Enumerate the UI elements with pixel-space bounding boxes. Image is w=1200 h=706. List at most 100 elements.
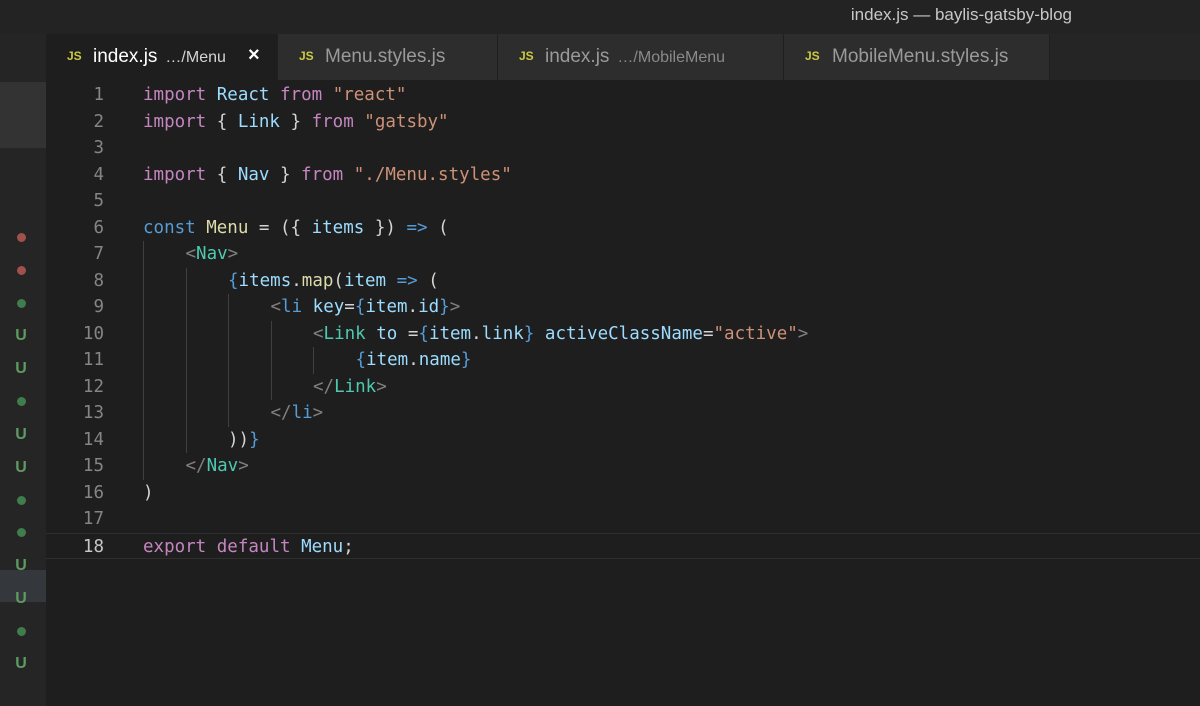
code-line[interactable]: 10 <Link to ={item.link} activeClassName=… <box>46 320 1200 347</box>
modified-dot-icon <box>0 261 42 281</box>
untracked-badge: U <box>15 327 27 345</box>
indent-guide <box>270 320 272 347</box>
code-line[interactable]: 12 </Link> <box>46 373 1200 400</box>
js-file-icon: JS <box>519 49 534 63</box>
untracked-badge: U <box>15 589 27 607</box>
code-token: . <box>471 323 482 344</box>
code-line[interactable]: 13 </li> <box>46 400 1200 427</box>
code-token: li <box>291 403 313 423</box>
code-token: items <box>311 217 365 238</box>
code-token: > <box>227 244 239 264</box>
modified-dot-icon <box>0 294 42 314</box>
tab-menu-styles-js[interactable]: JS Menu.styles.js <box>278 34 498 80</box>
code-token: . <box>408 350 419 370</box>
code-token: < <box>185 244 197 264</box>
indent-guide <box>185 267 187 294</box>
code-token: id <box>418 297 440 317</box>
code-token: > <box>238 456 249 476</box>
code-token: import <box>143 164 207 185</box>
code-token: = <box>397 323 419 344</box>
indent-guide <box>228 400 229 427</box>
code-line[interactable]: 2 import { Link } from "gatsby" <box>46 109 1200 136</box>
code-token: ; <box>343 536 354 557</box>
code-token: item <box>428 323 472 344</box>
code-text: ) <box>143 480 154 507</box>
line-number: 17 <box>82 509 104 529</box>
code-line[interactable]: 1 import React from "react" <box>46 82 1200 109</box>
indent-guide <box>270 373 272 400</box>
code-line[interactable]: 18 export default Menu; <box>46 532 1200 559</box>
code-line[interactable]: 5 <box>46 188 1200 215</box>
gutter-highlight <box>0 82 46 148</box>
tab-index-js-menu[interactable]: JS index.js …/Menu × <box>46 34 278 80</box>
code-token: < <box>313 323 324 344</box>
code-token: => <box>396 270 418 291</box>
code-token: map <box>301 270 334 291</box>
indent-guide <box>143 320 144 347</box>
indent-guide <box>228 373 229 400</box>
code-line[interactable]: 16) <box>46 480 1200 507</box>
js-file-icon: JS <box>67 49 82 63</box>
tab-label: index.js <box>93 46 158 67</box>
code-editor[interactable]: 1 import React from "react" 2 import { Link… <box>46 80 1200 706</box>
indent-guide <box>143 453 144 480</box>
line-number: 2 <box>93 111 104 132</box>
modified-dot-icon <box>0 622 42 642</box>
code-token: } <box>269 164 302 185</box>
tab-index-js-mobilemenu[interactable]: JS index.js …/MobileMenu <box>498 34 784 80</box>
code-text: <li key={item.id}> <box>271 294 461 321</box>
code-line[interactable]: 3 <box>46 135 1200 162</box>
line-number: 7 <box>93 244 104 264</box>
code-line[interactable]: 7 <Nav> <box>46 241 1200 268</box>
code-line[interactable]: 15 </Nav> <box>46 453 1200 480</box>
code-token: li <box>281 297 303 317</box>
code-token: "active" <box>713 323 798 344</box>
line-number: 15 <box>82 456 104 476</box>
code-token: export <box>143 536 207 557</box>
code-text: </li> <box>271 400 324 427</box>
code-token: = ({ <box>248 217 312 238</box>
code-token: > <box>312 403 324 423</box>
code-line[interactable]: 11 {item.name} <box>46 347 1200 374</box>
code-line[interactable]: 6 const Menu = ({ items }) => ( <box>46 215 1200 242</box>
code-token: Nav <box>237 164 270 185</box>
line-number: 1 <box>93 85 104 105</box>
code-token: > <box>797 323 809 344</box>
code-line[interactable]: 17 <box>46 506 1200 533</box>
code-line[interactable]: 14))} <box>46 426 1200 453</box>
code-token: Nav <box>196 244 228 264</box>
code-token: { <box>418 323 429 344</box>
code-token: => <box>406 217 428 238</box>
close-icon[interactable]: × <box>248 44 260 67</box>
line-number: 11 <box>82 350 104 370</box>
modified-dot-icon <box>0 392 42 412</box>
tab-mobilemenu-styles-js[interactable]: JS MobileMenu.styles.js <box>784 34 1050 80</box>
code-token: } <box>439 297 450 317</box>
untracked-badge: U <box>15 425 27 443</box>
code-line[interactable]: 4 import { Nav } from "./Menu.styles" <box>46 162 1200 189</box>
code-token: } <box>460 350 472 370</box>
code-text: import { Link } from "gatsby" <box>143 109 449 136</box>
indent-guide <box>185 426 187 453</box>
line-number: 4 <box>93 164 104 185</box>
line-number: 5 <box>93 191 104 211</box>
tab-description: …/MobileMenu <box>617 49 726 66</box>
code-text: <Nav> <box>186 241 239 268</box>
tab-bar: JS index.js …/Menu × JS Menu.styles.js JS… <box>46 34 1200 80</box>
code-token: > <box>376 376 387 397</box>
indent-guide <box>143 241 144 268</box>
line-number: 14 <box>82 429 104 450</box>
code-token: item <box>366 350 409 370</box>
indent-guide <box>143 347 144 374</box>
untracked-badge: U <box>15 458 27 476</box>
code-line[interactable]: 9 <li key={item.id}> <box>46 294 1200 321</box>
modified-dot-icon <box>0 523 42 543</box>
code-text: import React from "react" <box>143 82 406 109</box>
code-token: Link <box>323 323 366 344</box>
js-file-icon: JS <box>805 49 820 63</box>
indent-guide <box>270 347 272 374</box>
code-line[interactable]: 8 {items.map(item => ( <box>46 267 1200 294</box>
